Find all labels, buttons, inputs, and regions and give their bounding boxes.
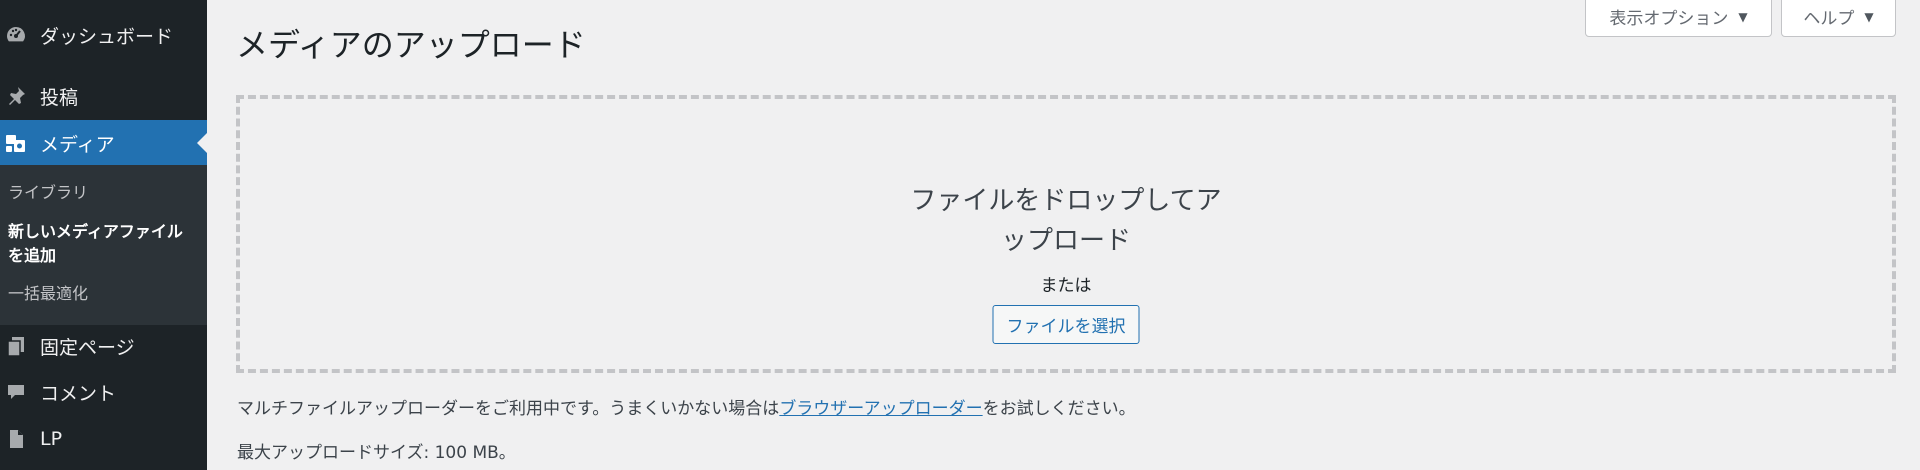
sidebar-item-label: 投稿 [40, 86, 79, 109]
help-label: ヘルプ [1803, 9, 1855, 29]
drop-zone[interactable]: ファイルをドロップしてアップロード または ファイルを選択 [236, 95, 1896, 373]
sidebar-item-label: 固定ページ [40, 336, 135, 359]
or-text: または [1040, 276, 1092, 296]
media-icon [0, 120, 36, 166]
sidebar-item-lp[interactable]: LP [0, 416, 207, 462]
media-submenu: ライブラリ 新しいメディアファイルを追加 一括最適化 [0, 165, 207, 325]
max-upload-size: 最大アップロードサイズ: 100 MB。 [237, 443, 516, 463]
dashboard-icon [0, 12, 36, 58]
browser-uploader-link[interactable]: ブラウザーアップローダー [779, 399, 982, 419]
sidebar-item-dashboard[interactable]: ダッシュボード [0, 12, 207, 58]
comment-icon [0, 369, 36, 415]
sidebar-item-comments[interactable]: コメント [0, 369, 207, 415]
sidebar-item-pages[interactable]: 固定ページ [0, 323, 207, 369]
document-icon [0, 416, 36, 462]
screen-options-label: 表示オプション [1609, 9, 1729, 29]
sidebar-item-media[interactable]: メディア [0, 120, 207, 166]
sidebar-item-posts[interactable]: 投稿 [0, 73, 207, 119]
pushpin-icon [0, 73, 36, 119]
sidebar-item-label: コメント [40, 382, 117, 405]
sidebar-item-label: LP [40, 428, 63, 450]
submenu-item-bulk-optimize[interactable]: 一括最適化 [8, 282, 198, 306]
caret-down-icon: ▼ [1864, 9, 1874, 24]
screen-options-button[interactable]: 表示オプション ▼ [1585, 0, 1772, 37]
page-title: メディアのアップロード [236, 26, 586, 64]
uploader-info-prefix: マルチファイルアップローダーをご利用中です。うまくいかない場合は [237, 399, 780, 419]
submenu-item-library[interactable]: ライブラリ [8, 181, 198, 205]
uploader-info: マルチファイルアップローダーをご利用中です。うまくいかない場合はブラウザーアップ… [237, 394, 1136, 419]
submenu-item-add-new[interactable]: 新しいメディアファイルを追加 [8, 220, 198, 268]
select-files-button[interactable]: ファイルを選択 [992, 305, 1140, 344]
sidebar-item-label: ダッシュボード [40, 25, 174, 48]
pages-icon [0, 323, 36, 369]
admin-sidebar: ダッシュボード 投稿 メディア ライブラリ 新しいメディアファイルを追加 一括最… [0, 0, 207, 470]
drop-instructions: ファイルをドロップしてアップロード [910, 186, 1222, 256]
sidebar-item-label: メディア [40, 133, 115, 156]
uploader-info-suffix: をお試しください。 [982, 399, 1136, 419]
help-button[interactable]: ヘルプ ▼ [1781, 0, 1896, 37]
caret-down-icon: ▼ [1738, 9, 1748, 24]
